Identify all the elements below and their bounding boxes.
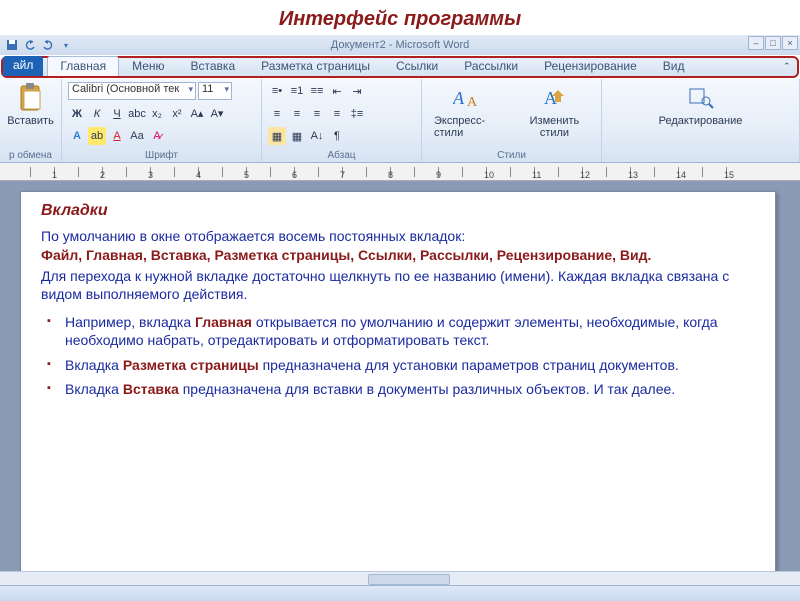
borders-button[interactable]: ▦ [288, 127, 306, 145]
highlight-button[interactable]: ab [88, 127, 106, 145]
group-label-editing [608, 160, 793, 161]
svg-text:A: A [453, 88, 465, 108]
show-marks-button[interactable]: ¶ [328, 127, 346, 145]
multilevel-button[interactable]: ≡≡ [308, 82, 326, 100]
group-label-font: Шрифт [68, 149, 255, 161]
strike-button[interactable]: abc [128, 105, 146, 123]
tab-page-layout[interactable]: Разметка страницы [248, 56, 383, 76]
font-color-button[interactable]: A [108, 127, 126, 145]
titlebar: ▾ Документ2 - Microsoft Word – □ × [0, 35, 800, 55]
group-clipboard: Вставить р обмена [0, 79, 62, 162]
quick-styles-icon: AA [453, 83, 483, 113]
group-paragraph: ≡• ≡1 ≡≡ ⇤ ⇥ ≡ ≡ ≡ ≡ ‡≡ ▦ ▦ A↓ ¶ Абзац [262, 79, 422, 162]
svg-text:A: A [467, 95, 478, 110]
line-spacing-button[interactable]: ‡≡ [348, 105, 366, 123]
list-item: Вкладка Разметка страницы предназначена … [65, 356, 755, 374]
change-styles-button[interactable]: A Изменить стили [514, 81, 595, 141]
clear-formatting-icon[interactable]: A̷ [148, 127, 166, 145]
quick-styles-button[interactable]: AA Экспресс-стили [428, 81, 508, 141]
tab-view[interactable]: Вид [650, 56, 698, 76]
decrease-indent-button[interactable]: ⇤ [328, 82, 346, 100]
ribbon-tabs: айл Главная Меню Вставка Разметка страни… [1, 56, 799, 78]
group-label-styles: Стили [428, 149, 595, 161]
horizontal-ruler[interactable]: 123456789101112131415 [0, 163, 800, 181]
tab-review[interactable]: Рецензирование [531, 56, 650, 76]
group-editing: Редактирование [602, 79, 800, 162]
document-page: Вкладки По умолчанию в окне отображается… [20, 191, 776, 591]
doc-bullet-list: Например, вкладка Главная открывается по… [41, 313, 755, 398]
tab-insert[interactable]: Вставка [178, 56, 249, 76]
change-case-button[interactable]: Aa [128, 127, 146, 145]
group-styles: AA Экспресс-стили A Изменить стили Стили [422, 79, 602, 162]
slide-title: Интерфейс программы [0, 0, 800, 35]
subscript-button[interactable]: x₂ [148, 105, 166, 123]
maximize-button[interactable]: □ [765, 36, 781, 50]
window-title: Документ2 - Microsoft Word [331, 39, 469, 51]
align-left-button[interactable]: ≡ [268, 105, 286, 123]
close-button[interactable]: × [782, 36, 798, 50]
window-controls: – □ × [748, 36, 798, 50]
tab-menu[interactable]: Меню [119, 56, 177, 76]
numbering-button[interactable]: ≡1 [288, 82, 306, 100]
quick-access-toolbar: ▾ [4, 37, 74, 53]
shading-button[interactable]: ▦ [268, 127, 286, 145]
document-area: Вкладки По умолчанию в окне отображается… [0, 181, 800, 601]
status-bar [0, 585, 800, 601]
italic-button[interactable]: К [88, 105, 106, 123]
font-name-select[interactable]: Calibri (Основной тек [68, 82, 196, 100]
redo-icon[interactable] [40, 37, 56, 53]
doc-intro: По умолчанию в окне отображается восемь … [41, 228, 755, 244]
find-icon [686, 83, 716, 113]
clipboard-icon [16, 83, 46, 113]
font-size-select[interactable]: 11 [198, 82, 232, 100]
editing-button[interactable]: Редактирование [608, 81, 793, 129]
minimize-button[interactable]: – [748, 36, 764, 50]
bullets-button[interactable]: ≡• [268, 82, 286, 100]
text-effects-button[interactable]: A [68, 127, 86, 145]
increase-indent-button[interactable]: ⇥ [348, 82, 366, 100]
paste-button[interactable]: Вставить [6, 81, 55, 129]
grow-font-icon[interactable]: A▴ [188, 105, 206, 123]
minimize-ribbon-icon[interactable]: ˆ [785, 60, 789, 75]
align-center-button[interactable]: ≡ [288, 105, 306, 123]
quick-styles-label: Экспресс-стили [434, 115, 502, 139]
editing-label: Редактирование [659, 115, 743, 127]
doc-tabs-list: Файл, Главная, Вставка, Разметка страниц… [41, 246, 755, 265]
shrink-font-icon[interactable]: A▾ [208, 105, 226, 123]
tab-file[interactable]: айл [3, 56, 43, 76]
bold-button[interactable]: Ж [68, 105, 86, 123]
change-styles-icon: A [539, 83, 569, 113]
doc-heading: Вкладки [41, 202, 755, 220]
change-styles-label: Изменить стили [520, 115, 589, 139]
tab-mailings[interactable]: Рассылки [451, 56, 531, 76]
superscript-button[interactable]: x² [168, 105, 186, 123]
group-label-clipboard: р обмена [6, 149, 55, 161]
horizontal-scrollbar[interactable] [0, 571, 800, 585]
doc-note: Для перехода к нужной вкладке достаточно… [41, 267, 755, 303]
ribbon: Вставить р обмена Calibri (Основной тек … [0, 79, 800, 163]
undo-icon[interactable] [22, 37, 38, 53]
group-label-paragraph: Абзац [268, 149, 415, 161]
justify-button[interactable]: ≡ [328, 105, 346, 123]
list-item: Вкладка Вставка предназначена для вставк… [65, 380, 755, 398]
paste-label: Вставить [7, 115, 54, 127]
underline-button[interactable]: Ч [108, 105, 126, 123]
group-font: Calibri (Основной тек 11 Ж К Ч abc x₂ x²… [62, 79, 262, 162]
qat-more-icon[interactable]: ▾ [58, 37, 74, 53]
list-item: Например, вкладка Главная открывается по… [65, 313, 755, 349]
sort-button[interactable]: A↓ [308, 127, 326, 145]
align-right-button[interactable]: ≡ [308, 105, 326, 123]
save-icon[interactable] [4, 37, 20, 53]
tab-home[interactable]: Главная [47, 56, 119, 76]
tab-references[interactable]: Ссылки [383, 56, 451, 76]
